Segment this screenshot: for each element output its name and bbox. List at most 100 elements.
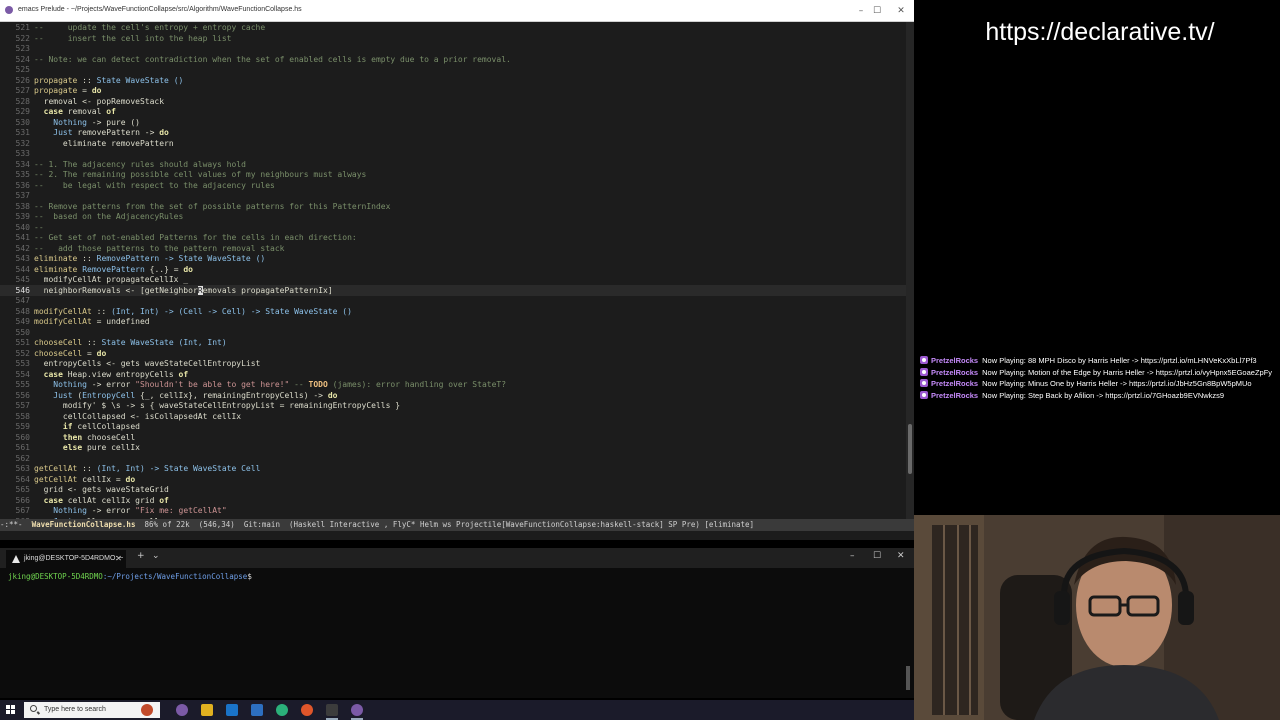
code-token: cellCollapsed [72, 422, 140, 431]
code-line[interactable]: 521 -- update the cell's entropy + entrop… [0, 22, 906, 33]
code-line[interactable]: 556 Just (EntropyCell {_, cellIx}, remai… [0, 390, 906, 401]
code-line[interactable]: 540 -- [0, 222, 906, 233]
terminal-scrollbar[interactable] [906, 666, 910, 690]
file-explorer-icon[interactable] [201, 704, 213, 716]
code-line[interactable]: 529 case removal of [0, 106, 906, 117]
code-line[interactable]: 523 [0, 43, 906, 54]
code-line[interactable]: 527 propagate = do [0, 85, 906, 96]
code-token: State WaveState () [96, 75, 184, 85]
code-line[interactable]: 539 -- based on the AdjacencyRules [0, 211, 906, 222]
code-line[interactable]: 565 grid <- gets waveStateGrid [0, 484, 906, 495]
code-line[interactable]: 532 eliminate removePattern [0, 138, 906, 149]
code-editor[interactable]: 521 -- update the cell's entropy + entrop… [0, 22, 906, 519]
store-icon[interactable] [226, 704, 238, 716]
code-token: = undefined [91, 317, 150, 326]
code-line[interactable]: 553 entropyCells <- gets waveStateCellEn… [0, 358, 906, 369]
editor-scrollbar-thumb[interactable] [908, 424, 912, 474]
terminal-minimize-icon[interactable]: – [850, 551, 855, 561]
code-token: neighborRemovals <- [getNeighbor [34, 285, 198, 295]
tab-close-icon[interactable]: ✕ [115, 550, 122, 568]
code-line[interactable]: 555 Nothing -> error "Shouldn't be able … [0, 379, 906, 390]
code-line[interactable]: 522 -- insert the cell into the heap list [0, 33, 906, 44]
taskbar-search-box[interactable]: Type here to search [24, 702, 160, 718]
code-line[interactable]: 530 Nothing -> pure () [0, 117, 906, 128]
emacs-running-icon[interactable] [351, 704, 363, 720]
chat-username: PretzelRocks [931, 379, 979, 388]
code-line[interactable]: 535 -- 2. The remaining possible cell val… [0, 169, 906, 180]
code-line[interactable]: 537 [0, 190, 906, 201]
code-token: -> pure () [86, 117, 140, 127]
code-token: -- 1. The adjacency rules should always … [34, 159, 246, 169]
windows-start-icon[interactable] [6, 705, 16, 715]
line-number: 557 [15, 401, 30, 410]
code-line[interactable]: 528 removal <- popRemoveStack [0, 96, 906, 107]
code-line[interactable]: 543 eliminate :: RemovePattern -> State W… [0, 253, 906, 264]
minimize-icon[interactable]: – [854, 4, 868, 18]
code-token: = [77, 86, 92, 95]
app-icon-red[interactable] [141, 704, 153, 716]
code-line[interactable]: 534 -- 1. The adjacency rules should alwa… [0, 159, 906, 170]
code-token: propagate [34, 86, 78, 95]
code-line[interactable]: 526 propagate :: State WaveState () [0, 75, 906, 86]
chat-message: PretzelRocks Now Playing: Motion of the E… [920, 367, 1276, 379]
editor-scrollbar[interactable] [906, 22, 914, 519]
terminal-taskbar-icon[interactable] [326, 704, 338, 720]
code-line[interactable]: 558 cellCollapsed <- isCollapsedAt cellI… [0, 411, 906, 422]
code-line[interactable]: 546 neighborRemovals <- [getNeighborRemo… [0, 284, 906, 296]
webcam-feed [914, 515, 1280, 720]
emacs-taskbar-icon[interactable] [176, 704, 188, 716]
linux-icon [12, 555, 20, 563]
code-line[interactable]: 552 chooseCell = do [0, 348, 906, 359]
minibuffer[interactable] [0, 531, 914, 540]
code-line[interactable]: 545 modifyCellAt propagateCellIx _ [0, 274, 906, 285]
prompt-user-host: jking@DESKTOP-5D4RDMO [8, 572, 103, 581]
code-line[interactable]: 536 -- be legal with respect to the adjac… [0, 180, 906, 191]
code-line[interactable]: 560 then chooseCell [0, 432, 906, 443]
close-icon[interactable]: ✕ [894, 4, 908, 18]
code-line[interactable]: 524 -- Note: we can detect contradiction … [0, 54, 906, 65]
code-line[interactable]: 533 [0, 148, 906, 159]
code-token: RemovePattern -> State WaveState () [96, 254, 266, 263]
code-text: -- 1. The adjacency rules should always … [34, 159, 246, 170]
code-line[interactable]: 542 -- add those patterns to the pattern … [0, 243, 906, 254]
maximize-icon[interactable]: ☐ [870, 4, 884, 18]
new-tab-icon[interactable]: + [137, 551, 145, 561]
code-text: neighborRemovals <- [getNeighborRemovals… [34, 285, 333, 296]
code-line[interactable]: 559 if cellCollapsed [0, 421, 906, 432]
code-line[interactable]: 567 Nothing -> error "Fix me: getCellAt" [0, 505, 906, 516]
code-line[interactable]: 549 modifyCellAt = undefined [0, 316, 906, 327]
code-line[interactable]: 566 case cellAt cellIx grid of [0, 495, 906, 506]
code-token: case [43, 369, 63, 379]
code-line[interactable]: 561 else pure cellIx [0, 442, 906, 453]
mode-line-info: 86% of 22k (546,34) Git:main (Haskell In… [144, 520, 755, 529]
line-number: 531 [15, 128, 30, 137]
code-line[interactable]: 538 -- Remove patterns from the set of po… [0, 201, 906, 212]
emacs-window: emacs Prelude - ~/Projects/WaveFunctionC… [0, 0, 914, 540]
terminal-tab[interactable]: jking@DESKTOP-5D4RDMO: ~ ✕ [6, 550, 126, 568]
code-line[interactable]: 563 getCellAt :: (Int, Int) -> State Wave… [0, 463, 906, 474]
code-line[interactable]: 551 chooseCell :: State WaveState (Int, I… [0, 337, 906, 348]
code-line[interactable]: 541 -- Get set of not-enabled Patterns fo… [0, 232, 906, 243]
code-line[interactable]: 564 getCellAt cellIx = do [0, 474, 906, 485]
mail-icon[interactable] [251, 704, 263, 716]
code-line[interactable]: 531 Just removePattern -> do [0, 127, 906, 138]
code-line[interactable]: 544 eliminate RemovePattern {..} = do [0, 264, 906, 275]
terminal-prompt[interactable]: jking@DESKTOP-5D4RDMO:~/Projects/WaveFun… [8, 572, 252, 581]
terminal-maximize-icon[interactable]: ☐ [873, 551, 881, 561]
code-line[interactable]: 525 [0, 64, 906, 75]
code-line[interactable]: 547 [0, 295, 906, 306]
code-line[interactable]: 548 modifyCellAt :: (Int, Int) -> (Cell -… [0, 306, 906, 317]
code-line[interactable]: 562 [0, 453, 906, 464]
browser-icon[interactable] [276, 704, 288, 716]
terminal-close-icon[interactable]: ✕ [897, 551, 905, 561]
chevron-down-icon[interactable]: ⌄ [152, 551, 160, 561]
code-line[interactable]: 550 [0, 327, 906, 338]
code-line[interactable]: 554 case Heap.view entropyCells of [0, 369, 906, 380]
code-line[interactable]: 557 modify' $ \s -> s { waveStateCellEnt… [0, 400, 906, 411]
firefox-icon[interactable] [301, 704, 313, 716]
code-token: -> error [86, 380, 136, 389]
code-token: {..} = [144, 264, 184, 274]
code-token: eliminate [34, 264, 78, 274]
